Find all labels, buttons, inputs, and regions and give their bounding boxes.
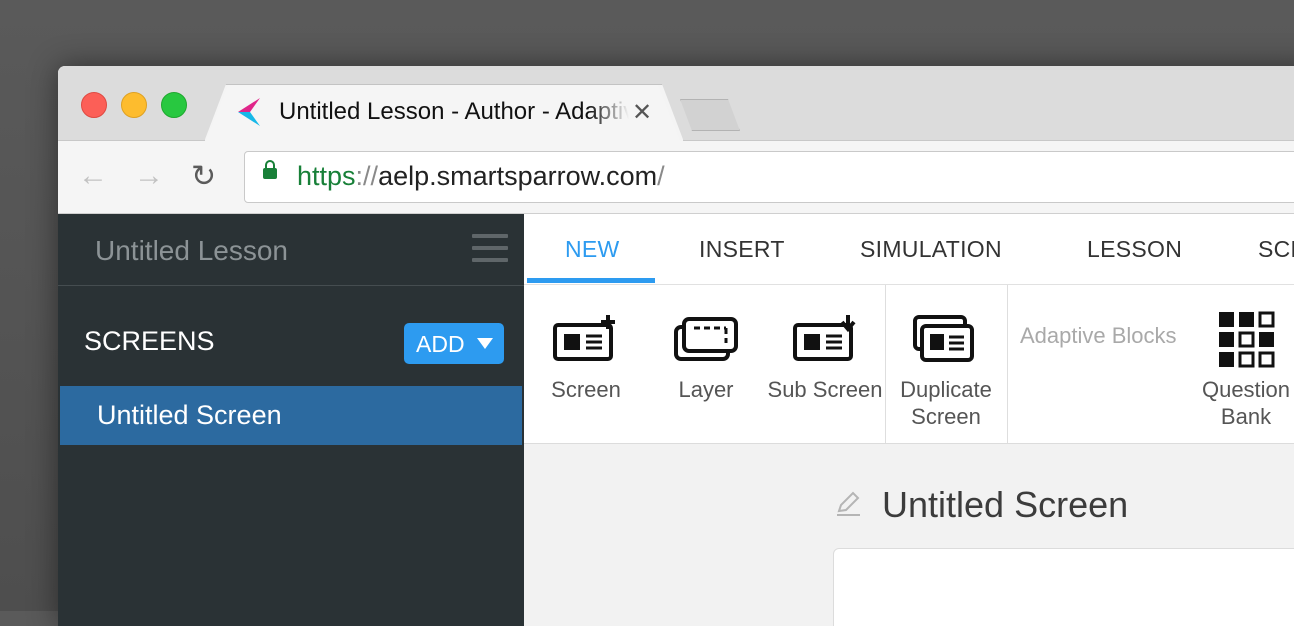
tab-simulation[interactable]: SIMULATION (860, 236, 1002, 263)
ribbon-tab-bar: NEW INSERT SIMULATION LESSON SCREEN (524, 214, 1294, 285)
smart-sparrow-logo-icon (238, 98, 260, 126)
url-text: https://aelp.smartsparrow.com/ (297, 161, 665, 191)
sidebar-header: Untitled Lesson (58, 214, 524, 286)
ribbon-toolbar: Screen Layer Sub Screen Duplicate Screen… (524, 285, 1294, 444)
screen-list-item[interactable]: Untitled Screen (60, 386, 522, 445)
edit-pencil-icon[interactable] (834, 489, 862, 517)
close-window-button[interactable] (81, 92, 107, 118)
caret-down-icon (477, 338, 493, 349)
screen-label: Screen (551, 377, 621, 402)
zoom-window-button[interactable] (161, 92, 187, 118)
sub-screen-icon (793, 315, 856, 361)
browser-toolbar: ← → ↻ https://aelp.smartsparrow.com/ (58, 141, 1294, 214)
ribbon-divider (1007, 285, 1008, 443)
lock-icon (263, 160, 277, 179)
tab-title: Untitled Lesson - Author - Adaptive eLea… (279, 98, 629, 126)
hamburger-menu-icon[interactable] (472, 234, 508, 270)
sub-screen-label: Sub Screen (767, 377, 883, 402)
duplicate-screen-label: Duplicate Screen (900, 377, 992, 429)
question-bank-label: Question Bank (1201, 377, 1291, 429)
adaptive-blocks-label: Adaptive Blocks (1020, 323, 1177, 348)
screen-icon (553, 315, 615, 361)
active-tab-indicator (527, 278, 655, 283)
back-arrow-icon[interactable]: ← (78, 159, 108, 193)
new-tab-button[interactable] (680, 99, 740, 131)
main-panel: NEW INSERT SIMULATION LESSON SCREEN Scre… (524, 214, 1294, 626)
duplicate-screen-icon (913, 315, 974, 362)
browser-window: Untitled Lesson - Author - Adaptive eLea… (58, 66, 1294, 626)
forward-arrow-icon[interactable]: → (134, 159, 164, 193)
tab-screen[interactable]: SCREEN (1258, 236, 1294, 263)
tab-insert[interactable]: INSERT (699, 236, 785, 263)
minimize-window-button[interactable] (121, 92, 147, 118)
screen-title[interactable]: Untitled Screen (882, 484, 1128, 526)
screen-item-label: Untitled Screen (97, 400, 282, 430)
tab-close-icon[interactable]: ✕ (632, 98, 652, 127)
sidebar: Untitled Lesson SCREENS ADD Untitled Scr… (58, 214, 524, 626)
layer-icon (674, 317, 738, 361)
screens-heading: SCREENS (84, 326, 215, 356)
add-screen-button[interactable]: ADD (404, 323, 504, 364)
screen-canvas[interactable] (833, 548, 1294, 626)
question-bank-icon (1219, 311, 1275, 368)
lesson-title[interactable]: Untitled Lesson (95, 235, 288, 267)
tab-strip: Untitled Lesson - Author - Adaptive eLea… (58, 66, 1294, 141)
tab-new[interactable]: NEW (565, 236, 620, 263)
reload-icon[interactable]: ↻ (191, 159, 216, 194)
tab-lesson[interactable]: LESSON (1087, 236, 1182, 263)
address-bar[interactable]: https://aelp.smartsparrow.com/ (244, 151, 1294, 203)
add-button-label: ADD (416, 331, 465, 357)
